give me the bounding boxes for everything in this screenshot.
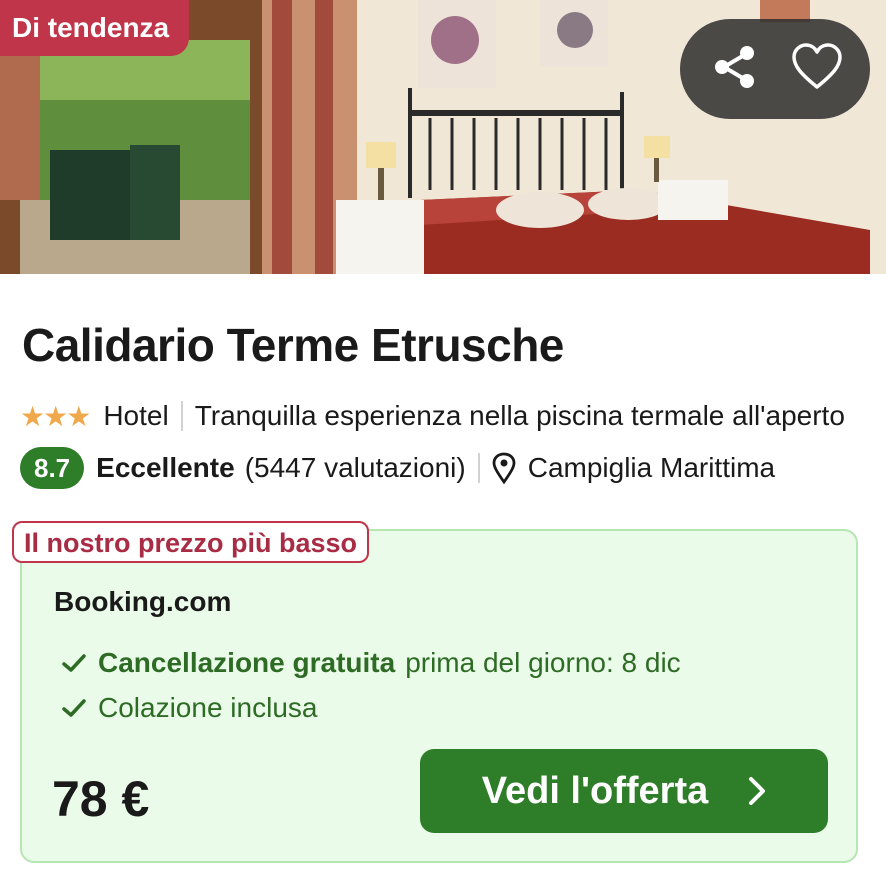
hotel-type: Hotel: [103, 400, 169, 431]
perk-detail: prima del giorno: 8 dic: [405, 647, 681, 678]
check-icon: [62, 698, 86, 718]
hotel-name[interactable]: Calidario Terme Etrusche: [22, 318, 564, 372]
photo-actions: [680, 19, 870, 119]
favorite-button[interactable]: [785, 37, 849, 101]
perk-free-cancellation: Cancellazione gratuita prima del giorno:…: [62, 645, 681, 681]
offer-price: 78 €: [52, 771, 150, 827]
heart-icon: [791, 42, 843, 96]
share-button[interactable]: [702, 37, 766, 101]
hotel-info-row: ★★★ Hotel Tranquilla esperienza nella pi…: [20, 396, 870, 436]
chevron-right-icon: [748, 776, 766, 806]
trending-badge: Di tendenza: [0, 0, 190, 56]
hotel-description: Tranquilla esperienza nella piscina term…: [194, 400, 845, 431]
perk-detail: Colazione inclusa: [98, 692, 318, 723]
hotel-location[interactable]: Campiglia Marittima: [528, 452, 860, 484]
offer-provider: Booking.com: [54, 586, 232, 617]
perk-breakfast: Colazione inclusa: [62, 690, 317, 726]
star-rating: ★★★: [20, 400, 91, 432]
divider: [180, 401, 183, 431]
perk-title: Cancellazione gratuita: [98, 647, 396, 678]
view-offer-label: Vedi l'offerta: [481, 769, 709, 812]
share-icon: [710, 43, 758, 96]
rating-verdict: Eccellente: [96, 452, 235, 483]
lowest-price-badge: Il nostro prezzo più basso: [12, 521, 370, 563]
check-icon: [62, 653, 86, 673]
review-count[interactable]: (5447 valutazioni): [245, 452, 466, 484]
divider: [477, 453, 480, 483]
location-pin-icon: [492, 452, 516, 484]
rating-score-badge: 8.7: [20, 447, 85, 489]
view-offer-button[interactable]: Vedi l'offerta: [420, 749, 828, 833]
rating-row: 8.7 Eccellente (5447 valutazioni) Campig…: [20, 446, 860, 490]
